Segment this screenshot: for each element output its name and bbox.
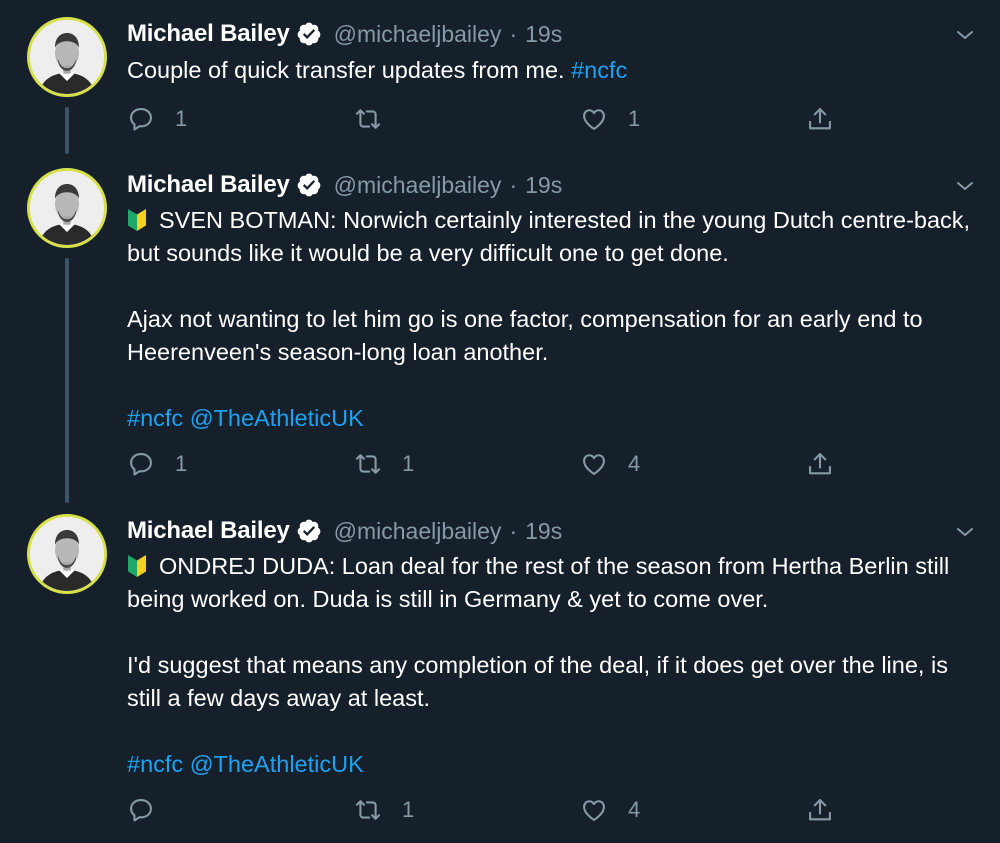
- tweet-body: Couple of quick transfer updates from me…: [127, 57, 565, 83]
- like-icon: [580, 450, 608, 478]
- tweet-header: Michael Bailey @michaeljbailey · 19s: [127, 168, 562, 202]
- share-icon: [806, 796, 834, 824]
- share-button[interactable]: [806, 104, 834, 134]
- retweet-count: 1: [402, 797, 415, 822]
- tweet-paragraph: ONDREJ DUDA: Loan deal for the rest of t…: [127, 553, 950, 612]
- author-name[interactable]: Michael Bailey: [127, 171, 290, 199]
- reply-icon: [127, 796, 155, 824]
- tweet-header: Michael Bailey @michaeljbailey · 19s: [127, 17, 562, 51]
- like-button[interactable]: 1: [580, 104, 640, 134]
- retweet-count: 1: [402, 451, 415, 476]
- separator-dot: ·: [509, 171, 518, 198]
- retweet-button[interactable]: 1: [354, 795, 414, 825]
- like-icon: [580, 105, 608, 133]
- reply-count: 1: [175, 451, 188, 476]
- separator-dot: ·: [509, 20, 518, 47]
- thread-line: [65, 107, 69, 154]
- tweet-paragraph: SVEN BOTMAN: Norwich certainly intereste…: [127, 207, 971, 266]
- reply-icon: [127, 450, 155, 478]
- tweet-text: ONDREJ DUDA: Loan deal for the rest of t…: [127, 550, 977, 781]
- verified-badge-icon: [296, 172, 322, 198]
- retweet-icon: [354, 450, 382, 478]
- avatar[interactable]: [27, 514, 107, 594]
- avatar[interactable]: [27, 17, 107, 97]
- retweet-icon: [354, 796, 382, 824]
- tweet-text: SVEN BOTMAN: Norwich certainly intereste…: [127, 204, 977, 435]
- thread-line: [65, 258, 69, 503]
- beginner-flag-icon: [127, 554, 147, 578]
- author-handle[interactable]: @michaeljbailey: [334, 518, 502, 545]
- avatar[interactable]: [27, 168, 107, 248]
- share-button[interactable]: [806, 795, 834, 825]
- tweet-header: Michael Bailey @michaeljbailey · 19s: [127, 514, 562, 548]
- share-icon: [806, 450, 834, 478]
- reply-button[interactable]: 1: [127, 104, 187, 134]
- verified-badge-icon: [296, 518, 322, 544]
- tweet-timestamp[interactable]: 19s: [525, 518, 562, 545]
- like-count: 1: [628, 106, 641, 131]
- tweet-tags[interactable]: #ncfc @TheAthleticUK: [127, 402, 977, 435]
- tweet-paragraph: I'd suggest that means any completion of…: [127, 652, 948, 711]
- share-icon: [806, 105, 834, 133]
- retweet-button[interactable]: [354, 104, 402, 134]
- share-button[interactable]: [806, 449, 834, 479]
- author-handle[interactable]: @michaeljbailey: [334, 21, 502, 48]
- separator-dot: ·: [509, 517, 518, 544]
- verified-badge-icon: [296, 21, 322, 47]
- tweet[interactable]: Michael Bailey @michaeljbailey · 19s Cou…: [0, 17, 1000, 157]
- chevron-down-icon[interactable]: [953, 174, 977, 198]
- like-count: 4: [628, 451, 641, 476]
- tweet-timestamp[interactable]: 19s: [525, 21, 562, 48]
- retweet-button[interactable]: 1: [354, 449, 414, 479]
- tweet-text: Couple of quick transfer updates from me…: [127, 54, 977, 87]
- beginner-flag-icon: [127, 208, 147, 232]
- chevron-down-icon[interactable]: [953, 23, 977, 47]
- reply-button[interactable]: 1: [127, 449, 187, 479]
- tweet[interactable]: Michael Bailey @michaeljbailey · 19s SVE…: [0, 168, 1000, 503]
- tweet-paragraph: Ajax not wanting to let him go is one fa…: [127, 306, 923, 365]
- tweet-timestamp[interactable]: 19s: [525, 172, 562, 199]
- tweet[interactable]: Michael Bailey @michaeljbailey · 19s OND…: [0, 514, 1000, 843]
- like-count: 4: [628, 797, 641, 822]
- like-icon: [580, 796, 608, 824]
- like-button[interactable]: 4: [580, 449, 640, 479]
- reply-button[interactable]: [127, 795, 175, 825]
- reply-icon: [127, 105, 155, 133]
- like-button[interactable]: 4: [580, 795, 640, 825]
- author-handle[interactable]: @michaeljbailey: [334, 172, 502, 199]
- reply-count: 1: [175, 106, 188, 131]
- hashtag-link[interactable]: #ncfc: [571, 57, 627, 83]
- author-name[interactable]: Michael Bailey: [127, 20, 290, 48]
- author-name[interactable]: Michael Bailey: [127, 517, 290, 545]
- chevron-down-icon[interactable]: [953, 520, 977, 544]
- retweet-icon: [354, 105, 382, 133]
- tweet-tags[interactable]: #ncfc @TheAthleticUK: [127, 748, 977, 781]
